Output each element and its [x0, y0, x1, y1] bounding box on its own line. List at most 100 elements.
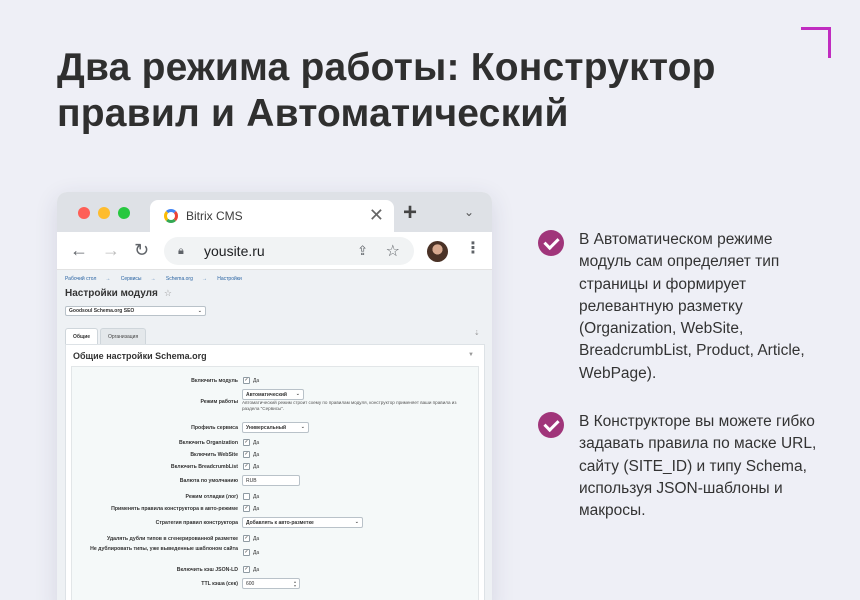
form-row-strategy: Стратегия правил конструктора Добавлять …	[72, 517, 480, 529]
strategy-select-value: Добавлять к авто-разметке	[246, 520, 314, 526]
breadcrumb-item[interactable]: Рабочий стол	[65, 276, 96, 282]
pin-icon[interactable]: ⇣	[474, 329, 480, 337]
forward-arrow-icon[interactable]: →	[102, 240, 120, 260]
back-arrow-icon[interactable]: ←	[70, 240, 88, 260]
avatar[interactable]	[427, 241, 448, 262]
field-label: Включить BreadcrumbList	[170, 464, 238, 470]
form-row-apply-rules: Применять правила конструктора в авто-ре…	[72, 503, 480, 515]
checkbox-label: Да	[253, 536, 260, 542]
breadcrumb-item[interactable]: Настройки	[217, 276, 242, 282]
remove-dupes-checkbox[interactable]: ✓	[243, 535, 250, 542]
enable-website-checkbox[interactable]: ✓	[243, 451, 250, 458]
field-label: Стратегия правил конструктора	[155, 520, 238, 526]
checkbox-label: Да	[253, 494, 260, 500]
chevron-down-icon: ⌄	[295, 391, 300, 397]
settings-form: Включить модуль ✓ Да Режим работы Автома…	[71, 366, 479, 600]
breadcrumb-item[interactable]: Сервисы	[121, 276, 142, 282]
debug-checkbox[interactable]	[243, 493, 250, 500]
chevron-down-icon: ⌄	[354, 519, 359, 525]
corner-accent	[801, 27, 831, 58]
field-label: Профиль сервиса	[191, 425, 238, 431]
checkbox-label: Да	[253, 506, 260, 512]
form-row-enable-breadcrumbs: Включить BreadcrumbList ✓ Да	[72, 461, 480, 473]
apply-rules-checkbox[interactable]: ✓	[243, 505, 250, 512]
bitrix-admin-page: Рабочий стол → Сервисы → Schema.org → Настр…	[57, 270, 492, 600]
no-dup-checkbox[interactable]: ✓	[243, 549, 250, 556]
google-icon	[164, 209, 178, 223]
panel-title: Общие настройки Schema.org	[73, 351, 207, 361]
field-label: TTL кэша (сек)	[201, 581, 238, 587]
site-select[interactable]: Goodsoul Schema.org SEO ⌄	[65, 306, 206, 316]
checkbox-label: Да	[253, 464, 260, 470]
module-settings-title-text: Настройки модуля	[65, 288, 158, 299]
breadcrumb-item[interactable]: Schema.org	[166, 276, 193, 282]
more-menu-icon[interactable]: ⋮	[465, 239, 481, 259]
tab-title: Bitrix CMS	[186, 209, 243, 223]
field-label: Режим отладки (лог)	[185, 494, 238, 500]
lock-icon: 🔒︎	[178, 245, 184, 257]
browser-window: Bitrix CMS ✕ + ⌄ ← → ↻ 🔒︎ yousite.ru ⇪ ☆…	[57, 192, 492, 600]
share-icon[interactable]: ⇪	[357, 243, 368, 259]
chevron-down-icon[interactable]: ⌄	[464, 205, 474, 219]
tab-close-icon[interactable]: ✕	[369, 205, 384, 225]
mode-select-value: Автоматический	[246, 392, 287, 398]
cache-checkbox[interactable]: ✓	[243, 566, 250, 573]
currency-input[interactable]: RUB	[242, 475, 300, 486]
checkbox-label: Да	[253, 378, 260, 384]
form-row-profile: Профиль сервиса Универсальный ⌄	[72, 422, 480, 434]
breadcrumb-separator: →	[201, 276, 207, 282]
favorite-star-icon[interactable]: ☆	[164, 288, 172, 298]
enable-module-checkbox[interactable]: ✓	[243, 377, 250, 384]
minimize-window-icon[interactable]	[98, 207, 110, 219]
breadcrumb-separator: →	[150, 276, 156, 282]
tab-general[interactable]: Общие	[65, 328, 99, 344]
page-title: Два режима работы: Конструктор правил и …	[57, 46, 716, 135]
maximize-window-icon[interactable]	[118, 207, 130, 219]
checkbox-label: Да	[253, 567, 260, 573]
form-row-currency: Валюта по умолчанию RUB	[72, 475, 480, 487]
mode-select[interactable]: Автоматический ⌄	[242, 389, 304, 400]
settings-panel: Общие настройки Schema.org ▼ Включить мо…	[65, 344, 485, 600]
form-row-enable-website: Включить WebSite ✓ Да	[72, 449, 480, 461]
site-select-value: Goodsoul Schema.org SEO	[69, 308, 135, 314]
field-label: Валюта по умолчанию	[179, 478, 238, 484]
form-row-debug: Режим отладки (лог) Да	[72, 491, 480, 503]
reload-icon[interactable]: ↻	[134, 240, 149, 260]
bullet-text: В Автоматическом режиме модуль сам опред…	[579, 231, 805, 382]
url-text: yousite.ru	[204, 243, 265, 259]
field-label: Включить кэш JSON-LD	[176, 567, 238, 573]
ttl-input[interactable]: 600 ▴ ▾	[242, 578, 300, 589]
url-field[interactable]: 🔒︎ yousite.ru ⇪ ☆	[164, 237, 414, 265]
form-row-remove-dupes: Удалять дубли типов в сгенерированной ра…	[72, 533, 480, 545]
tab-organization[interactable]: Организация	[100, 328, 147, 344]
bookmark-star-icon[interactable]: ☆	[386, 241, 400, 261]
module-settings-title: Настройки модуля ☆	[65, 288, 172, 299]
enable-org-checkbox[interactable]: ✓	[243, 439, 250, 446]
breadcrumb: Рабочий стол → Сервисы → Schema.org → Настр…	[65, 276, 251, 282]
bullet-text: В Конструкторе вы можете гибко задавать …	[579, 413, 817, 520]
browser-tab[interactable]: Bitrix CMS ✕	[150, 200, 394, 232]
field-label: Удалять дубли типов в сгенерированной ра…	[106, 536, 238, 542]
new-tab-icon[interactable]: +	[403, 200, 417, 226]
address-bar: ← → ↻ 🔒︎ yousite.ru ⇪ ☆ ⋮	[57, 232, 492, 270]
checkbox-label: Да	[253, 550, 260, 556]
field-label: Режим работы	[200, 399, 238, 405]
check-circle-icon	[538, 412, 564, 438]
strategy-select[interactable]: Добавлять к авто-разметке ⌄	[242, 517, 363, 528]
collapse-icon[interactable]: ▼	[468, 352, 474, 358]
form-row-cache: Включить кэш JSON-LD ✓ Да	[72, 564, 480, 576]
stepper-icon[interactable]: ▴ ▾	[294, 580, 296, 588]
form-row-mode: Режим работы Автоматический ⌄ Автоматичес…	[72, 389, 480, 411]
close-window-icon[interactable]	[78, 207, 90, 219]
chevron-down-icon: ⌄	[300, 424, 305, 430]
field-label: Включить Organization	[178, 440, 238, 446]
form-row-enable-org: Включить Organization ✓ Да	[72, 437, 480, 449]
enable-breadcrumbs-checkbox[interactable]: ✓	[243, 463, 250, 470]
ttl-value: 600	[246, 581, 255, 587]
chevron-down-icon: ⌄	[197, 308, 202, 314]
profile-select[interactable]: Универсальный ⌄	[242, 422, 309, 433]
check-circle-icon	[538, 230, 564, 256]
checkbox-label: Да	[253, 452, 260, 458]
form-row-no-dup: Не дублировать типы, уже выведенные шабл…	[72, 546, 480, 559]
mode-hint: Автоматический режим строит схему по пра…	[242, 400, 457, 411]
